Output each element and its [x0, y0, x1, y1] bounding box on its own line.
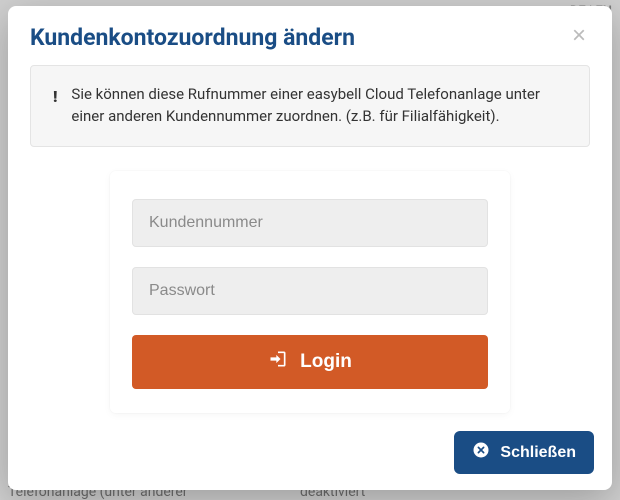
close-button-label: Schließen	[500, 444, 576, 462]
close-icon[interactable]: ×	[568, 24, 590, 48]
login-button-label: Login	[300, 351, 352, 373]
close-button[interactable]: Schließen	[454, 431, 594, 474]
alert-text: Sie können diese Rufnummer einer easybel…	[71, 84, 567, 128]
modal-dialog: Kundenkontozuordnung ändern × ! Sie könn…	[8, 6, 612, 490]
modal-header: Kundenkontozuordnung ändern ×	[8, 6, 612, 65]
modal-footer: Schließen	[8, 421, 612, 490]
info-alert: ! Sie können diese Rufnummer einer easyb…	[30, 65, 590, 147]
modal-body: ! Sie können diese Rufnummer einer easyb…	[8, 65, 612, 421]
login-card: Login	[110, 171, 510, 413]
password-input[interactable]	[132, 267, 488, 315]
close-circle-icon	[472, 441, 490, 464]
customer-number-input[interactable]	[132, 199, 488, 247]
exclamation-icon: !	[53, 85, 57, 128]
sign-in-icon	[268, 349, 288, 375]
modal-title: Kundenkontozuordnung ändern	[30, 24, 355, 51]
login-button[interactable]: Login	[132, 335, 488, 389]
